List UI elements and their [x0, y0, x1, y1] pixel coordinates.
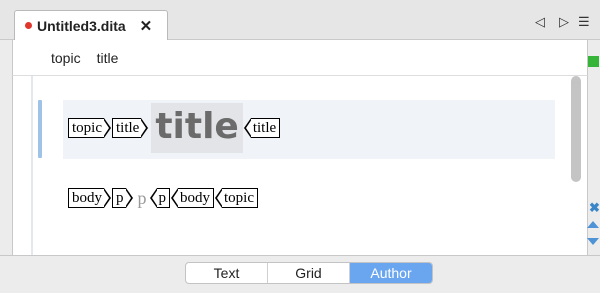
tab-list-icon[interactable]: ☰ [578, 14, 590, 30]
mode-bar: Text Grid Author [0, 255, 600, 293]
previous-occurrence-icon[interactable] [587, 221, 599, 228]
validation-status-icon[interactable] [588, 56, 599, 67]
title-line: topic title title title [68, 103, 281, 153]
p-close-tag[interactable]: p [149, 188, 170, 208]
title-close-tag[interactable]: title [243, 118, 281, 138]
editor-window: Untitled3.dita ✕ ◁ ▷ ☰ topic title topic… [0, 0, 600, 293]
topic-open-tag[interactable]: topic [68, 118, 111, 138]
body-close-tag[interactable]: body [171, 188, 214, 208]
tab-label: Untitled3.dita [37, 17, 126, 34]
breadcrumb-item-topic[interactable]: topic [51, 50, 81, 66]
vertical-scrollbar[interactable] [567, 76, 587, 255]
gutter-divider [31, 76, 33, 255]
body-open-tag[interactable]: body [68, 188, 111, 208]
breadcrumb: topic title [12, 40, 588, 76]
tab-prev-icon[interactable]: ◁ [535, 14, 545, 30]
vertical-scrollbar-thumb[interactable] [571, 76, 581, 182]
author-editor-area[interactable]: topic title title title body p p p body … [12, 76, 588, 255]
editor-gutter [13, 76, 33, 255]
mode-text-tab[interactable]: Text [186, 263, 268, 283]
tab-untitled3[interactable]: Untitled3.dita ✕ [14, 10, 168, 40]
modified-indicator [25, 22, 32, 29]
topic-close-tag[interactable]: topic [215, 188, 258, 208]
p-placeholder[interactable]: p [138, 188, 147, 209]
tab-bar: Untitled3.dita ✕ ◁ ▷ ☰ [0, 0, 600, 40]
title-content[interactable]: title [151, 103, 243, 153]
next-occurrence-icon[interactable] [587, 238, 599, 245]
mode-switcher: Text Grid Author [185, 262, 433, 284]
mode-author-tab[interactable]: Author [350, 263, 432, 283]
tab-close-icon[interactable]: ✕ [140, 17, 153, 35]
current-element-marker [38, 100, 42, 158]
breadcrumb-item-title[interactable]: title [97, 50, 119, 66]
title-open-tag[interactable]: title [112, 118, 149, 138]
tab-next-icon[interactable]: ▷ [559, 14, 569, 30]
p-open-tag[interactable]: p [112, 188, 132, 208]
mode-grid-tab[interactable]: Grid [268, 263, 350, 283]
body-line: body p p p body topic [68, 182, 258, 214]
close-occurrences-icon[interactable]: ✖ [589, 200, 600, 216]
